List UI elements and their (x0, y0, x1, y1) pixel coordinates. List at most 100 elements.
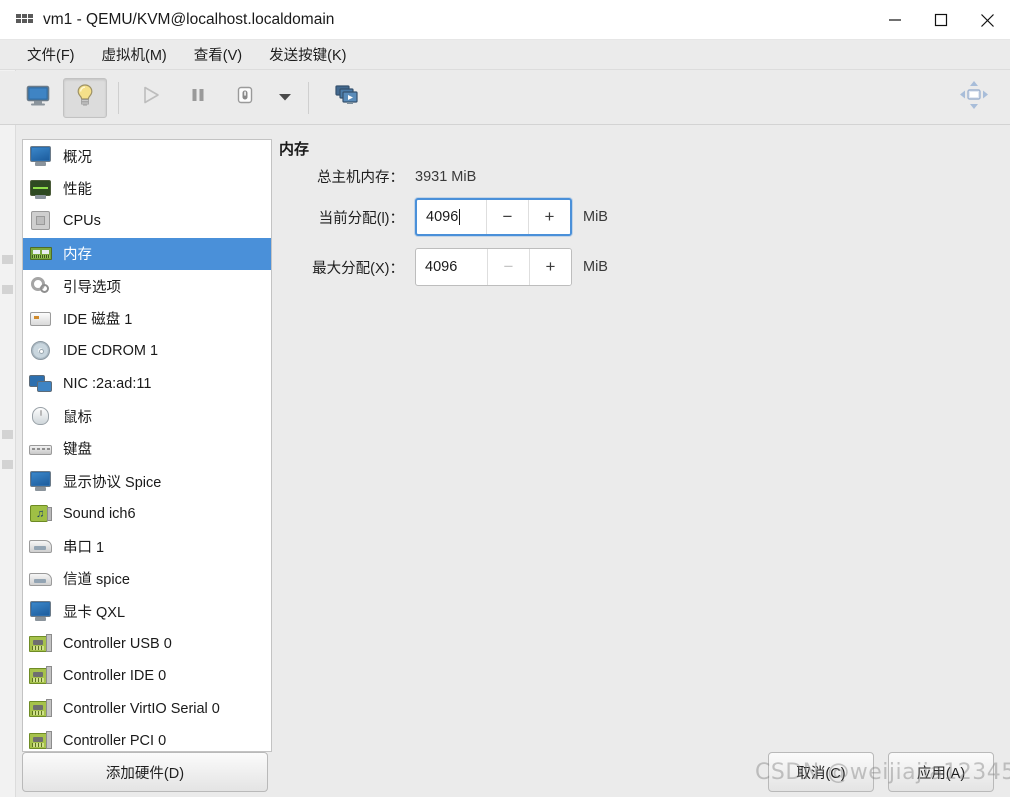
host-memory-value: 3931 MiB (415, 168, 477, 185)
current-allocation-plus-button[interactable]: + (528, 200, 570, 234)
controller-card-icon (28, 697, 54, 721)
sidebar-item-label: 串口 1 (63, 539, 105, 556)
max-allocation-spinner[interactable]: 4096 − + (415, 248, 572, 286)
current-allocation-minus-button[interactable]: − (486, 200, 528, 234)
hard-disk-icon (28, 307, 54, 331)
current-allocation-spinner[interactable]: 4096 − + (415, 198, 572, 236)
vm-icon (16, 13, 34, 27)
menu-file[interactable]: 文件(F) (17, 42, 85, 68)
content-area: 概况性能 CPUs 内存引导选项 IDE 磁盘 1 IDE CDROM 1 NIC :2a… (17, 126, 1010, 797)
close-button[interactable] (964, 0, 1010, 40)
minimize-icon (888, 13, 902, 27)
controller-card-icon (28, 664, 54, 688)
sidebar-item-label: 信道 spice (63, 572, 130, 589)
hardware-list[interactable]: 概况性能 CPUs 内存引导选项 IDE 磁盘 1 IDE CDROM 1 NIC :2a… (22, 139, 272, 752)
sidebar-item-label: IDE 磁盘 1 (63, 312, 133, 329)
menu-bar: 文件(F) 虚拟机(M) 查看(V) 发送按键(K) (0, 40, 1010, 70)
add-hardware-button[interactable]: 添加硬件(D) (22, 752, 268, 792)
play-icon (139, 83, 163, 112)
sidebar-item-3[interactable]: 内存 (23, 237, 271, 270)
sidebar-item-16[interactable]: Controller IDE 0 (23, 660, 271, 693)
video-card-icon (28, 599, 54, 623)
text-caret (459, 209, 461, 225)
sidebar-item-15[interactable]: Controller USB 0 (23, 628, 271, 661)
sidebar-item-label: 显示协议 Spice (63, 474, 162, 491)
sidebar-item-8[interactable]: 鼠标 (23, 400, 271, 433)
sidebar-item-label: 显卡 QXL (63, 604, 126, 621)
sidebar-item-label: Controller IDE 0 (63, 668, 167, 685)
sidebar-item-label: Sound ich6 (63, 505, 136, 522)
chevron-down-icon (278, 89, 292, 107)
controller-card-icon (28, 729, 54, 751)
sidebar-item-label: Controller PCI 0 (63, 733, 167, 750)
cdrom-disc-icon (28, 339, 54, 363)
sound-card-icon: ♫ (28, 502, 54, 526)
snapshot-icon (334, 83, 360, 112)
fullscreen-button[interactable] (952, 78, 996, 118)
maximize-button[interactable] (918, 0, 964, 40)
sidebar-item-12[interactable]: 串口 1 (23, 530, 271, 563)
memory-module-icon (28, 242, 54, 266)
host-memory-row: 总主机内存： 3931 MiB (279, 166, 476, 187)
pause-button[interactable] (176, 78, 220, 118)
max-allocation-plus-button[interactable]: + (529, 249, 571, 285)
expand-arrows-icon (957, 78, 991, 117)
shutdown-menu-button[interactable] (270, 78, 300, 118)
menu-send-key[interactable]: 发送按键(K) (259, 42, 356, 68)
monitor-icon (25, 83, 51, 112)
sidebar-item-label: CPUs (63, 213, 101, 230)
sidebar-item-label: 引导选项 (63, 279, 121, 296)
sidebar-item-label: 键盘 (63, 442, 92, 459)
details-view-button[interactable] (63, 77, 107, 118)
cancel-button[interactable]: 取消(C) (768, 752, 874, 792)
cpu-chip-icon (28, 209, 54, 233)
run-button[interactable] (129, 78, 173, 118)
network-card-icon (28, 372, 54, 396)
sidebar-item-14[interactable]: 显卡 QXL (23, 595, 271, 628)
current-allocation-row: 当前分配(l)： 4096 − + MiB (279, 198, 608, 236)
snapshots-button[interactable] (325, 78, 369, 118)
hardware-list-items: 概况性能 CPUs 内存引导选项 IDE 磁盘 1 IDE CDROM 1 NIC :2a… (23, 140, 271, 751)
shutdown-button[interactable] (223, 78, 267, 118)
sidebar-item-label: 性能 (63, 182, 92, 199)
sidebar-item-18[interactable]: Controller PCI 0 (23, 725, 271, 751)
apply-button[interactable]: 应用(A) (888, 752, 994, 792)
serial-port-icon (28, 534, 54, 558)
power-icon (233, 83, 257, 112)
max-allocation-label: 最大分配(X)： (312, 260, 404, 277)
title-bar: vm1 - QEMU/KVM@localhost.localdomain (0, 0, 1010, 40)
sidebar-item-9[interactable]: 键盘 (23, 433, 271, 466)
sidebar-item-2[interactable]: CPUs (23, 205, 271, 238)
lightbulb-icon (72, 82, 98, 113)
sidebar-item-10[interactable]: 显示协议 Spice (23, 465, 271, 498)
sidebar-item-11[interactable]: ♫ Sound ich6 (23, 498, 271, 531)
sidebar-item-1[interactable]: 性能 (23, 173, 271, 206)
memory-panel: 内存 总主机内存： 3931 MiB 当前分配(l)： 4096 − + MiB… (279, 126, 1010, 752)
window-title: vm1 - QEMU/KVM@localhost.localdomain (43, 10, 335, 28)
menu-view[interactable]: 查看(V) (184, 42, 252, 68)
sidebar-item-label: 内存 (63, 247, 92, 264)
sidebar-item-17[interactable]: Controller VirtIO Serial 0 (23, 693, 271, 726)
max-allocation-input[interactable]: 4096 (416, 249, 487, 285)
max-allocation-value: 4096 (425, 259, 458, 275)
sidebar-item-7[interactable]: NIC :2a:ad:11 (23, 368, 271, 401)
mouse-icon (28, 404, 54, 428)
background-window-edge (0, 40, 16, 797)
current-allocation-input[interactable]: 4096 (417, 200, 486, 234)
sidebar-item-label: Controller VirtIO Serial 0 (63, 700, 220, 717)
max-allocation-unit: MiB (583, 259, 608, 275)
sidebar-item-6[interactable]: IDE CDROM 1 (23, 335, 271, 368)
sidebar-item-label: NIC :2a:ad:11 (63, 375, 152, 392)
sidebar-item-13[interactable]: 信道 spice (23, 563, 271, 596)
toolbar-separator-2 (308, 81, 309, 114)
host-memory-label: 总主机内存： (317, 170, 404, 186)
channel-port-icon (28, 567, 54, 591)
menu-virtual-machine[interactable]: 虚拟机(M) (92, 42, 177, 68)
sidebar-item-label: 概况 (63, 149, 92, 166)
sidebar-item-0[interactable]: 概况 (23, 140, 271, 173)
console-view-button[interactable] (16, 78, 60, 118)
sidebar-item-5[interactable]: IDE 磁盘 1 (23, 303, 271, 336)
minimize-button[interactable] (872, 0, 918, 40)
sidebar-item-label: IDE CDROM 1 (63, 343, 159, 360)
sidebar-item-4[interactable]: 引导选项 (23, 270, 271, 303)
